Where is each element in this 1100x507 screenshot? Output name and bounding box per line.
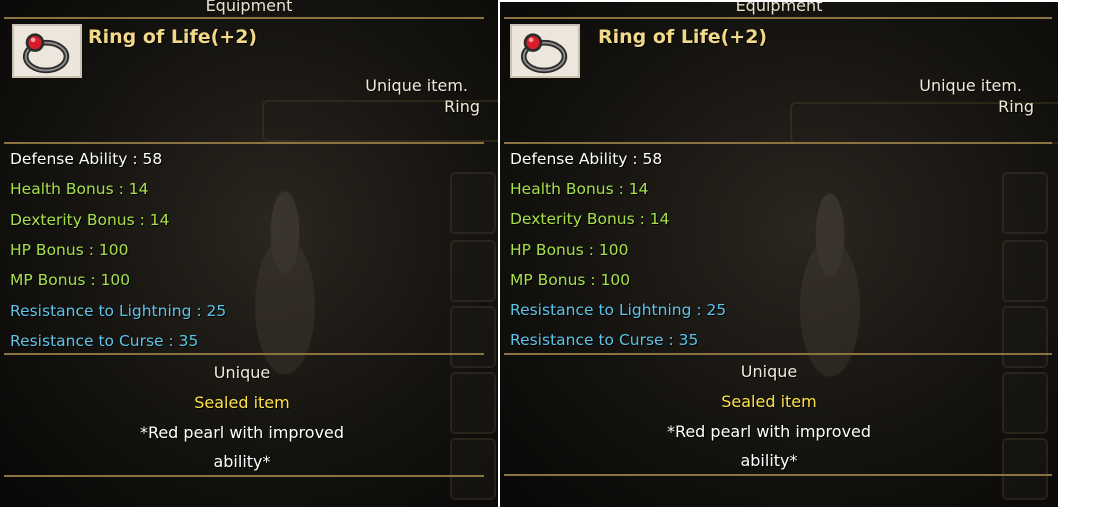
stat-line: Resistance to Curse : 35: [510, 331, 699, 350]
sealed-status: Sealed item: [194, 393, 290, 412]
window-titlebar: Equipment: [0, 0, 498, 18]
ring-icon: [12, 24, 82, 78]
item-name: Ring of Life(+2): [88, 26, 258, 48]
stat-line: Resistance to Lightning : 25: [10, 301, 227, 320]
stat-line: HP Bonus : 100: [10, 240, 129, 259]
item-description-line1: *Red pearl with improved: [666, 422, 872, 441]
equip-slot: [1002, 306, 1048, 368]
stat-line: Health Bonus : 14: [510, 180, 649, 199]
divider: [4, 353, 484, 355]
stat-line: Health Bonus : 14: [10, 180, 149, 199]
item-name: Ring of Life(+2): [598, 26, 768, 48]
sealed-status: Sealed item: [721, 392, 817, 411]
item-grade: Unique: [740, 362, 798, 381]
item-tooltip-left: Equipment Ring of Life(+2) Unique item. …: [0, 0, 498, 507]
stat-line: MP Bonus : 100: [10, 271, 131, 290]
stat-line: Resistance to Lightning : 25: [510, 301, 727, 319]
divider: [504, 17, 1052, 19]
equip-slot: [450, 172, 496, 234]
item-type: Ring: [998, 97, 1034, 116]
window-title: Equipment: [735, 2, 823, 15]
divider: [4, 17, 484, 19]
stat-line: Resistance to Curse : 35: [10, 331, 199, 350]
stat-line: Defense Ability : 58: [510, 150, 663, 168]
divider: [4, 142, 484, 144]
stat-line: HP Bonus : 100: [510, 240, 629, 259]
equip-slot: [450, 240, 496, 302]
divider: [504, 142, 1052, 144]
item-type: Ring: [444, 97, 480, 116]
item-tooltip-right: Equipment Ring of Life(+2) Unique item. …: [500, 2, 1058, 507]
ring-icon: [510, 24, 580, 78]
item-description-line2: ability*: [740, 451, 798, 470]
character-figure: [775, 182, 885, 392]
window-title: Equipment: [205, 0, 293, 15]
stat-line: Dexterity Bonus : 14: [510, 210, 670, 229]
equip-slot: [1002, 172, 1048, 234]
item-class: Unique item.: [365, 76, 468, 95]
stat-line: MP Bonus : 100: [510, 270, 631, 289]
stat-line: Defense Ability : 58: [10, 150, 163, 168]
character-figure: [230, 180, 340, 390]
divider: [504, 353, 1052, 355]
stat-line: Dexterity Bonus : 14: [10, 210, 170, 229]
equip-slot: [450, 306, 496, 368]
divider: [504, 474, 1052, 476]
item-class: Unique item.: [919, 76, 1022, 95]
item-grade: Unique: [213, 363, 271, 382]
equip-slot: [1002, 240, 1048, 302]
divider: [4, 475, 484, 477]
item-description-line2: ability*: [213, 452, 271, 471]
item-description-line1: *Red pearl with improved: [139, 423, 345, 442]
